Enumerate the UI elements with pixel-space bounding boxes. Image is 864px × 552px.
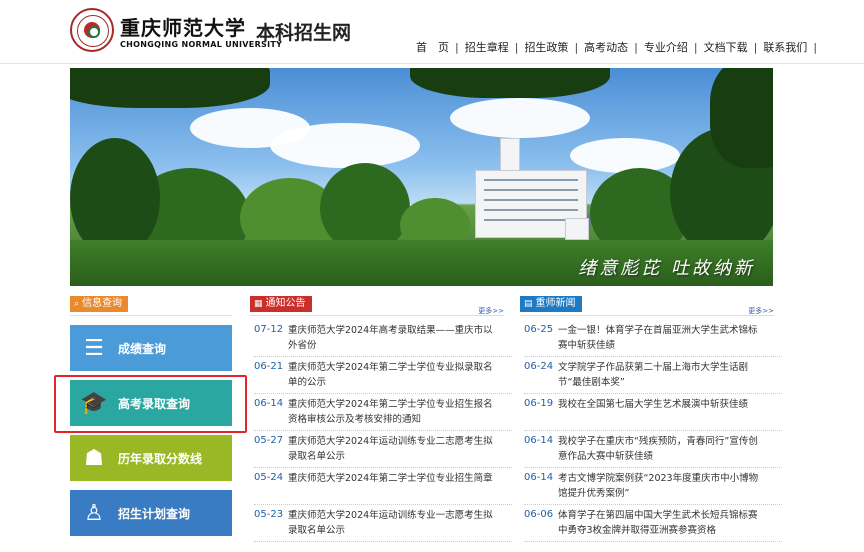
query-section-header: ⌕ 信息查询 [70,296,232,316]
university-name-cn: 重庆师范大学 [120,16,246,40]
item-date: 05-23 [254,509,284,520]
enrollment-plan-button[interactable]: ♙ 招生计划查询 [70,490,232,536]
list-item[interactable]: 06-21 重庆师范大学2024年第二学士学位专业拟录取名单的公示 [254,357,512,394]
notice-section-header: ▦ 通知公告 更多>> [250,296,504,316]
item-title[interactable]: 重庆师范大学2024年第二学士学位专业招生简章 [288,471,496,504]
item-title[interactable]: 重庆师范大学2024年运动训练专业二志愿考生拟录取名单公示 [288,434,496,467]
item-date: 06-06 [524,509,554,520]
item-title[interactable]: 文学院学子作品获第二十届上海市大学生话剧节“最佳剧本奖” [558,360,766,393]
item-date: 06-14 [524,472,554,483]
calendar-icon: ▦ [254,299,263,309]
news-more-link[interactable]: 更多>> [748,306,774,316]
item-title[interactable]: 体育学子在第四届中国大学生武术长短兵锦标赛中勇夺3枚金牌并取得亚洲赛参赛资格 [558,508,766,541]
query-section-tag: ⌕ 信息查询 [70,296,129,312]
nav-admission-rules[interactable]: 招生章程 [459,39,515,55]
historical-scores-button[interactable]: ☗ 历年录取分数线 [70,435,232,481]
nav-home[interactable]: 首 页 [410,39,455,55]
list-item[interactable]: 07-12 重庆师范大学2024年高考录取结果——重庆市以外省份 [254,320,512,357]
university-seal-icon [70,8,114,52]
list-item[interactable]: 05-27 重庆师范大学2024年运动训练专业二志愿考生拟录取名单公示 [254,431,512,468]
score-query-label: 成绩查询 [118,341,167,356]
historical-scores-label: 历年录取分数线 [118,451,203,466]
notice-section-title: 通知公告 [265,298,306,309]
nav-divider: | [813,40,818,54]
list-item[interactable]: 06-19 我校在全国第七届大学生艺术展演中斩获佳绩 [524,394,782,431]
list-item[interactable]: 06-25 一金一银！体育学子在首届亚洲大学生武术锦标赛中斩获佳绩 [524,320,782,357]
graduation-cap-icon: 🎓 [80,390,108,416]
university-logo[interactable]: 重庆师范大学 CHONGQING NORMAL UNIVERSITY [70,8,282,56]
item-date: 06-21 [254,361,284,372]
item-title[interactable]: 一金一银！体育学子在首届亚洲大学生武术锦标赛中斩获佳绩 [558,323,766,356]
trophy-icon: ☗ [84,445,104,471]
item-date: 06-19 [524,398,554,409]
notice-list: 07-12 重庆师范大学2024年高考录取结果——重庆市以外省份 06-21 重庆师… [254,320,512,542]
item-title[interactable]: 重庆师范大学2024年第二学士学位专业拟录取名单的公示 [288,360,496,393]
user-search-icon: ♙ [84,500,104,526]
search-icon: ⌕ [74,299,80,309]
site-title: 本科招生网 [256,22,352,44]
item-title[interactable]: 重庆师范大学2024年高考录取结果——重庆市以外省份 [288,323,496,356]
item-date: 05-27 [254,435,284,446]
item-date: 06-14 [254,398,284,409]
item-title[interactable]: 考古文博学院案例获“2023年度重庆市中小博物馆提升优秀案例” [558,471,766,504]
item-title[interactable]: 我校在全国第七届大学生艺术展演中斩获佳绩 [558,397,766,430]
news-list: 06-25 一金一银！体育学子在首届亚洲大学生武术锦标赛中斩获佳绩 06-24 文学… [524,320,782,542]
item-date: 05-24 [254,472,284,483]
admission-query-button[interactable]: 🎓 高考录取查询 [70,380,232,426]
list-item[interactable]: 05-23 重庆师范大学2024年运动训练专业一志愿考生拟录取名单公示 [254,505,512,542]
list-item[interactable]: 06-14 我校学子在重庆市“残疾预防，青春同行”宣传创意作品大赛中斩获佳绩 [524,431,782,468]
nav-majors[interactable]: 专业介绍 [638,39,694,55]
list-item[interactable]: 06-14 重庆师范大学2024年第二学士学位专业招生报名资格审核公示及考核安排的… [254,394,512,431]
news-section-title: 重师新闻 [535,298,576,309]
news-section-tag: ▤ 重师新闻 [520,296,582,312]
score-query-button[interactable]: ☰ 成绩查询 [70,325,232,371]
news-section-header: ▤ 重师新闻 更多>> [520,296,774,316]
banner-calligraphy: 绪意彪芘 吐故纳新 [578,258,755,279]
nav-downloads[interactable]: 文档下载 [698,39,754,55]
nav-exam-news[interactable]: 高考动态 [578,39,634,55]
notice-section-tag: ▦ 通知公告 [250,296,312,312]
item-date: 06-25 [524,324,554,335]
list-item[interactable]: 06-06 体育学子在第四届中国大学生武术长短兵锦标赛中勇夺3枚金牌并取得亚洲赛参… [524,505,782,542]
site-header: 重庆师范大学 CHONGQING NORMAL UNIVERSITY 本科招生网… [0,0,864,64]
notice-more-link[interactable]: 更多>> [478,306,504,316]
campus-banner-image: 绪意彪芘 吐故纳新 [70,68,773,286]
list-item[interactable]: 05-24 重庆师范大学2024年第二学士学位专业招生简章 [254,468,512,505]
enrollment-plan-label: 招生计划查询 [118,506,191,521]
admission-query-label: 高考录取查询 [118,396,191,411]
score-report-icon: ☰ [84,335,104,361]
document-icon: ▤ [524,299,533,309]
item-date: 07-12 [254,324,284,335]
main-nav: 首 页 | 招生章程 | 招生政策 | 高考动态 | 专业介绍 | 文档下载 |… [410,39,817,55]
nav-contact[interactable]: 联系我们 [757,39,813,55]
list-item[interactable]: 06-14 考古文博学院案例获“2023年度重庆市中小博物馆提升优秀案例” [524,468,782,505]
nav-admission-policy[interactable]: 招生政策 [518,39,574,55]
item-title[interactable]: 重庆师范大学2024年运动训练专业一志愿考生拟录取名单公示 [288,508,496,541]
item-date: 06-14 [524,435,554,446]
item-date: 06-24 [524,361,554,372]
list-item[interactable]: 06-24 文学院学子作品获第二十届上海市大学生话剧节“最佳剧本奖” [524,357,782,394]
item-title[interactable]: 我校学子在重庆市“残疾预防，青春同行”宣传创意作品大赛中斩获佳绩 [558,434,766,467]
item-title[interactable]: 重庆师范大学2024年第二学士学位专业招生报名资格审核公示及考核安排的通知 [288,397,496,430]
query-section-title: 信息查询 [82,298,123,309]
